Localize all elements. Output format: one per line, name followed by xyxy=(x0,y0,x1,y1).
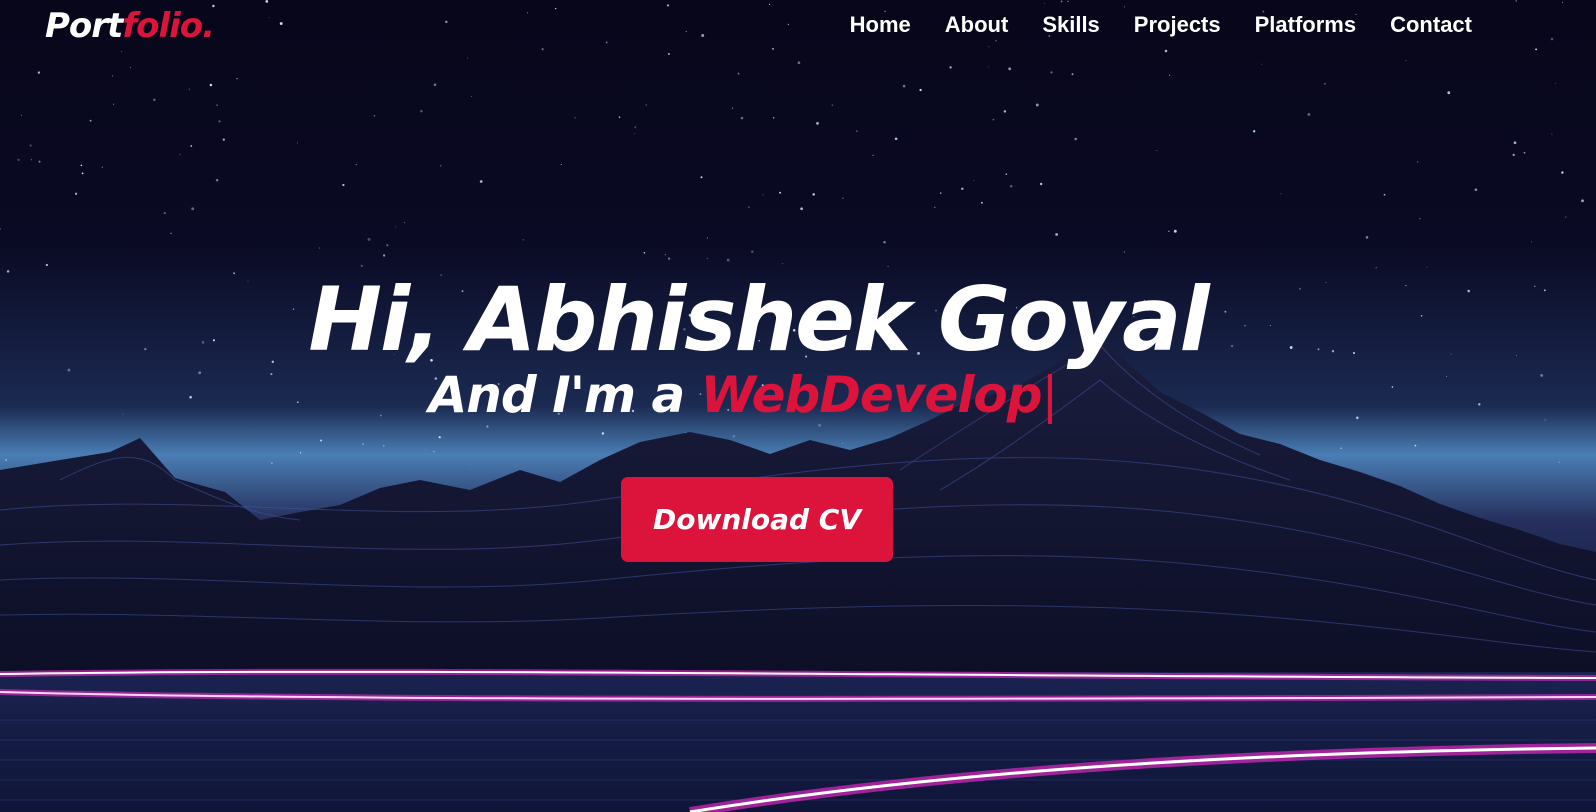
water xyxy=(0,672,1596,812)
hero-greeting: Hi, Abhishek Goyal xyxy=(308,268,1209,371)
logo-accent: folio. xyxy=(122,6,215,46)
hero-tagline: And I'm a WebDevelop| xyxy=(0,366,1486,424)
logo[interactable]: Portfolio. xyxy=(45,6,215,46)
nav-link-home[interactable]: Home xyxy=(850,12,911,38)
nav-menu: Home About Skills Projects Platforms Con… xyxy=(850,12,1472,38)
nav-link-about[interactable]: About xyxy=(945,12,1009,38)
nav-link-projects[interactable]: Projects xyxy=(1134,12,1221,38)
typing-cursor: | xyxy=(1041,366,1059,424)
navbar: Portfolio. Home About Skills Projects Pl… xyxy=(0,0,1596,56)
tagline-intro: And I'm a xyxy=(428,366,701,424)
logo-text: Port xyxy=(45,6,123,46)
typing-role-text: WebDevelop xyxy=(700,366,1043,424)
hero-section: Portfolio. Home About Skills Projects Pl… xyxy=(0,0,1596,812)
download-cv-button[interactable]: Download CV xyxy=(621,477,893,562)
nav-link-contact[interactable]: Contact xyxy=(1390,12,1472,38)
nav-link-skills[interactable]: Skills xyxy=(1042,12,1099,38)
nav-link-platforms[interactable]: Platforms xyxy=(1255,12,1356,38)
